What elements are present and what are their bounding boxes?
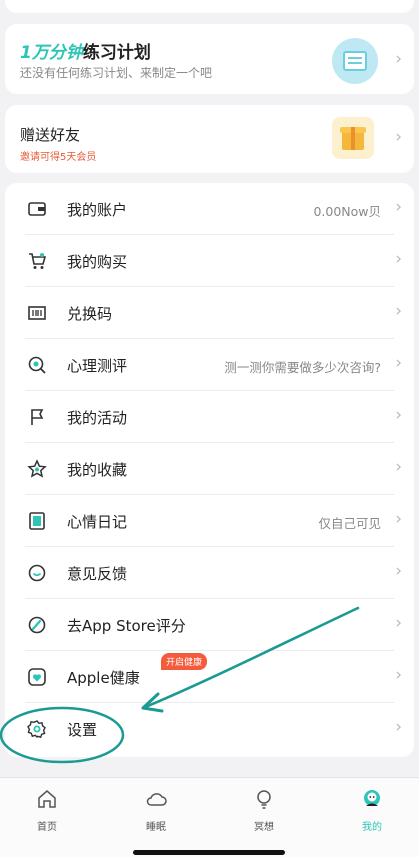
menu-item-apple-health[interactable]: Apple健康 开启健康 › bbox=[25, 651, 414, 703]
menu-item-label: Apple健康 bbox=[67, 669, 140, 687]
menu-item-redeem-code[interactable]: 兑换码 › bbox=[25, 287, 414, 339]
gear-icon bbox=[27, 720, 46, 739]
bottom-tab-bar: 首页 睡眠 冥想 我的 bbox=[0, 777, 419, 857]
tab-home[interactable]: 首页 bbox=[0, 778, 99, 838]
gift-subtitle: 邀请可得5天会员 bbox=[20, 152, 97, 163]
practice-plan-card[interactable]: 1万分钟练习计划 还没有任何练习计划、来制定一个吧 › bbox=[5, 24, 414, 94]
chevron-right-icon: › bbox=[395, 457, 402, 477]
menu-item-label: 去App Store评分 bbox=[67, 617, 186, 635]
menu-item-label: 我的收藏 bbox=[67, 461, 128, 479]
flag-icon bbox=[31, 409, 44, 425]
tab-label: 我的 bbox=[362, 822, 382, 833]
gift-box-icon bbox=[332, 117, 374, 159]
health-badge: 开启健康 bbox=[161, 653, 208, 670]
cart-icon bbox=[29, 253, 47, 269]
chevron-right-icon: › bbox=[395, 717, 402, 737]
plan-document-icon bbox=[332, 38, 378, 84]
tab-sleep[interactable]: 睡眠 bbox=[104, 778, 208, 838]
tab-label: 首页 bbox=[37, 822, 57, 833]
menu-item-value: 0.00Now贝 bbox=[313, 204, 381, 219]
health-icon bbox=[28, 668, 46, 686]
menu-item-mood-diary[interactable]: 心情日记 仅自己可见 › bbox=[25, 495, 414, 547]
home-icon bbox=[38, 790, 56, 808]
menu-item-purchases[interactable]: 我的购买 › bbox=[25, 235, 414, 287]
menu-item-label: 兑换码 bbox=[67, 305, 113, 323]
chevron-right-icon: › bbox=[395, 353, 402, 373]
plan-title: 1万分钟练习计划 bbox=[20, 43, 151, 63]
menu-item-value: 测一测你需要做多少次咨询? bbox=[224, 360, 381, 375]
barcode-icon bbox=[28, 306, 46, 320]
chevron-right-icon: › bbox=[395, 561, 402, 581]
menu-item-favorites[interactable]: 我的收藏 › bbox=[25, 443, 414, 495]
gift-title: 赠送好友 bbox=[20, 126, 81, 144]
menu-item-label: 设置 bbox=[67, 721, 98, 739]
tab-meditation[interactable]: 冥想 bbox=[212, 778, 316, 838]
plan-subtitle: 还没有任何练习计划、来制定一个吧 bbox=[20, 66, 213, 80]
home-indicator bbox=[133, 850, 285, 855]
chevron-right-icon: › bbox=[395, 665, 402, 685]
chevron-right-icon: › bbox=[395, 301, 402, 321]
chevron-right-icon: › bbox=[395, 249, 402, 269]
menu-item-label: 我的账户 bbox=[67, 201, 128, 219]
menu-item-label: 我的活动 bbox=[67, 409, 128, 427]
menu-item-label: 心情日记 bbox=[67, 513, 128, 531]
feedback-icon bbox=[28, 564, 46, 582]
menu-list: 我的账户 0.00Now贝 › 我的购买 › 兑换码 › 心理测评 测一测你需要… bbox=[5, 183, 414, 757]
menu-item-label: 意见反馈 bbox=[67, 565, 128, 583]
menu-item-value: 仅自己可见 bbox=[318, 516, 381, 531]
chevron-right-icon: › bbox=[395, 405, 402, 425]
profile-icon bbox=[364, 790, 380, 806]
bulb-icon bbox=[257, 790, 271, 809]
menu-item-app-store-rate[interactable]: 去App Store评分 › bbox=[25, 599, 414, 651]
chevron-right-icon: › bbox=[395, 197, 402, 217]
tab-label: 睡眠 bbox=[146, 822, 166, 833]
tab-label: 冥想 bbox=[254, 822, 274, 833]
star-icon bbox=[27, 459, 47, 478]
tab-mine[interactable]: 我的 bbox=[320, 778, 419, 838]
test-icon bbox=[28, 356, 46, 374]
menu-item-label: 我的购买 bbox=[67, 253, 128, 271]
chevron-right-icon: › bbox=[395, 509, 402, 529]
menu-item-settings[interactable]: 设置 › bbox=[25, 703, 414, 755]
menu-item-account[interactable]: 我的账户 0.00Now贝 › bbox=[25, 183, 414, 235]
menu-item-label: 心理测评 bbox=[67, 357, 128, 375]
gift-friend-card[interactable]: 赠送好友 邀请可得5天会员 › bbox=[5, 105, 414, 173]
chevron-right-icon: › bbox=[395, 613, 402, 633]
menu-item-psych-test[interactable]: 心理测评 测一测你需要做多少次咨询? › bbox=[25, 339, 414, 391]
chevron-right-icon: › bbox=[395, 49, 402, 69]
rate-icon bbox=[28, 616, 46, 634]
wallet-icon bbox=[28, 202, 46, 216]
cloud-icon bbox=[146, 793, 167, 806]
chevron-right-icon: › bbox=[395, 127, 402, 147]
menu-item-activities[interactable]: 我的活动 › bbox=[25, 391, 414, 443]
diary-icon bbox=[29, 512, 45, 530]
top-card-stub bbox=[5, 0, 414, 13]
menu-item-feedback[interactable]: 意见反馈 › bbox=[25, 547, 414, 599]
